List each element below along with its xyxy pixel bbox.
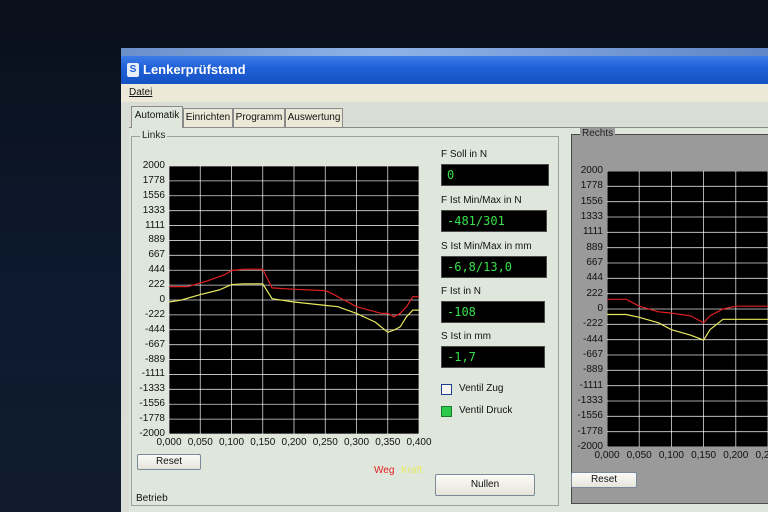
y-tick-label: 222: [586, 287, 603, 299]
chart-rechts-svg: [606, 170, 768, 448]
y-tick-label: 2000: [142, 160, 165, 171]
y-tick-label: 1778: [580, 180, 603, 192]
y-tick-label: -1111: [141, 368, 165, 380]
y-tick-label: 1111: [144, 219, 165, 231]
y-tick-label: -1333: [577, 395, 603, 406]
f-ist-label: F Ist in N: [441, 286, 482, 297]
y-tick-label: -1778: [139, 413, 165, 425]
x-tick-label: 0,050: [626, 450, 652, 461]
y-tick-label: -222: [582, 318, 603, 330]
tab-programm[interactable]: Programm: [233, 108, 285, 127]
y-tick-label: -1556: [577, 410, 603, 422]
y-tick-label: 0: [159, 294, 165, 305]
chart-links-svg: [168, 165, 420, 435]
y-tick-label: -889: [144, 353, 165, 365]
y-tick-label: 1556: [142, 189, 165, 201]
y-tick-label: -1778: [577, 425, 603, 437]
ventil-zug-label: Ventil Zug: [459, 383, 504, 394]
legend-kraft: Kraft: [401, 465, 423, 476]
title-bar[interactable]: S Lenkerprüfstand: [121, 56, 768, 84]
chart-links-plot: [168, 165, 420, 435]
y-tick-label: -222: [144, 308, 165, 320]
x-tick-label: 0,000: [594, 450, 620, 461]
s-ist-minmax-label: S Ist Min/Max in mm: [441, 241, 532, 252]
y-tick-label: 889: [586, 241, 603, 253]
menu-datei[interactable]: Datei: [129, 87, 152, 98]
y-tick-label: -1333: [139, 383, 165, 395]
group-rechts-title: Rechts: [580, 128, 616, 139]
y-tick-label: 222: [148, 279, 165, 291]
y-tick-label: 1333: [142, 204, 165, 216]
y-tick-label: -1556: [139, 398, 165, 410]
y-tick-label: -889: [582, 364, 603, 376]
x-tick-label: 0,100: [658, 450, 684, 461]
x-tick-label: 0,400: [406, 437, 432, 448]
s-ist-label: S Ist in mm: [441, 331, 492, 342]
y-tick-label: 667: [586, 257, 603, 268]
group-links-title: Links: [140, 130, 168, 141]
x-tick-label: 0,250: [755, 450, 768, 461]
status-label: Betrieb: [136, 493, 168, 504]
tab-auswertung[interactable]: Auswertung: [285, 108, 343, 127]
menu-bar: Datei: [121, 84, 768, 102]
application-window: S Lenkerprüfstand Datei Automatik Einric…: [121, 48, 768, 512]
ventil-zug-checkbox[interactable]: [441, 384, 452, 395]
y-tick-label: -667: [144, 338, 165, 350]
tab-panel-automatik: Links 2000 1778 1556 1333 1111 889 667 444 222 0 -…: [129, 127, 768, 512]
nullen-button[interactable]: Nullen: [435, 474, 535, 496]
tab-automatik[interactable]: Automatik: [131, 106, 183, 128]
chart-rechts-plot: [606, 170, 768, 448]
reset-links-button[interactable]: Reset: [137, 454, 201, 470]
app-icon[interactable]: S: [127, 63, 139, 77]
f-ist-minmax-label: F Ist Min/Max in N: [441, 195, 522, 206]
f-soll-display: 0: [441, 164, 549, 186]
y-tick-label: 2000: [580, 165, 603, 176]
ventil-druck-label: Ventil Druck: [459, 405, 513, 416]
f-ist-minmax-display: -481/301: [441, 210, 547, 232]
y-tick-label: -667: [582, 349, 603, 360]
y-tick-label: 1556: [580, 195, 603, 207]
x-tick-label: 0,200: [723, 450, 749, 461]
y-tick-label: -444: [144, 323, 165, 335]
window-title: Lenkerprüfstand: [143, 62, 246, 77]
y-tick-label: 1111: [582, 226, 603, 238]
y-tick-label: 444: [148, 264, 165, 276]
y-tick-label: 1778: [142, 174, 165, 186]
legend-weg: Weg: [374, 465, 395, 476]
y-tick-label: 889: [148, 234, 165, 246]
ventil-druck-checkbox[interactable]: [441, 406, 452, 417]
y-tick-label: -1111: [579, 379, 603, 391]
tab-einrichten[interactable]: Einrichten: [183, 108, 233, 127]
series-line-kraft: [607, 313, 768, 341]
s-ist-minmax-display: -6,8/13,0: [441, 256, 547, 278]
f-ist-display: -108: [441, 301, 545, 323]
y-tick-label: 0: [597, 303, 603, 314]
s-ist-display: -1,7: [441, 346, 545, 368]
reset-rechts-button[interactable]: Reset: [571, 472, 637, 488]
y-tick-label: 667: [148, 249, 165, 261]
y-tick-label: 1333: [580, 211, 603, 222]
y-tick-label: -444: [582, 333, 603, 345]
y-tick-label: 444: [586, 272, 603, 284]
f-soll-label: F Soll in N: [441, 149, 488, 160]
x-tick-label: 0,150: [691, 450, 717, 461]
